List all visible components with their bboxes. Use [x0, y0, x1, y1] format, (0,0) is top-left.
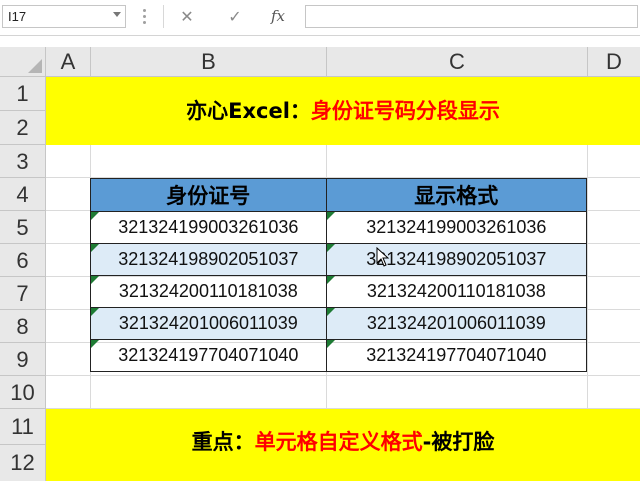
table-row: 321324197704071040 321324197704071040 [90, 339, 588, 372]
column-header-a[interactable]: A [46, 47, 91, 77]
title-banner[interactable]: 亦心Excel：身份证号码分段显示 [46, 77, 640, 145]
error-flag-icon [91, 308, 99, 316]
id-cell[interactable]: 321324198902051037 [90, 243, 327, 276]
error-flag-icon [326, 244, 335, 252]
footer-highlight: 单元格自定义格式 [254, 430, 423, 454]
footer-prefix: 重点： [191, 430, 255, 454]
id-cell[interactable]: 321324201006011039 [90, 307, 327, 340]
row-header-6[interactable]: 6 [0, 244, 46, 277]
header-id-number[interactable]: 身份证号 [90, 178, 327, 212]
select-all-icon [28, 59, 42, 73]
drag-handle-icon[interactable] [143, 9, 146, 25]
row-header-1[interactable]: 1 [0, 77, 46, 111]
row-header-12[interactable]: 12 [0, 445, 46, 481]
column-header-b[interactable]: B [91, 47, 327, 77]
table-row: 321324200110181038 321324200110181038 [90, 275, 588, 308]
table-row: 321324201006011039 321324201006011039 [90, 307, 588, 340]
id-cell[interactable]: 321324199003261036 [90, 211, 327, 244]
mouse-cursor-icon [376, 247, 390, 267]
error-flag-icon [91, 340, 99, 348]
row-header-11[interactable]: 11 [0, 409, 46, 445]
formula-input[interactable] [305, 5, 638, 28]
error-flag-icon [326, 276, 335, 284]
error-flag-icon [91, 244, 99, 252]
format-cell[interactable]: 321324199003261036 [325, 211, 588, 244]
row-header-2[interactable]: 2 [0, 111, 46, 145]
id-table: 身份证号 显示格式 321324199003261036 32132419900… [90, 178, 588, 372]
name-box-value: I17 [8, 9, 27, 24]
footer-suffix: -被打脸 [422, 430, 495, 454]
column-header-d[interactable]: D [588, 47, 640, 77]
error-flag-icon [326, 340, 335, 348]
table-row: 321324199003261036 321324199003261036 [90, 211, 588, 244]
error-flag-icon [91, 276, 99, 284]
row-header-8[interactable]: 8 [0, 310, 46, 343]
chevron-down-icon[interactable] [113, 12, 121, 17]
id-cell[interactable]: 321324200110181038 [90, 275, 327, 308]
column-header-c[interactable]: C [327, 47, 588, 77]
footer-banner[interactable]: 重点：单元格自定义格式-被打脸 [46, 409, 640, 481]
format-cell[interactable]: 321324197704071040 [325, 339, 588, 372]
row-header-5[interactable]: 5 [0, 211, 46, 244]
table-row: 321324198902051037 321324198902051037 [90, 243, 588, 276]
error-flag-icon [326, 212, 335, 220]
error-flag-icon [326, 308, 335, 316]
function-icon[interactable]: fx [263, 5, 293, 28]
row-header-9[interactable]: 9 [0, 343, 46, 376]
header-display-format[interactable]: 显示格式 [325, 178, 588, 212]
row-header-10[interactable]: 10 [0, 376, 46, 409]
divider [163, 5, 164, 28]
row-header-4[interactable]: 4 [0, 178, 46, 211]
error-flag-icon [91, 212, 99, 220]
id-cell[interactable]: 321324197704071040 [90, 339, 327, 372]
row-header-3[interactable]: 3 [0, 145, 46, 178]
cancel-icon[interactable]: ✕ [172, 5, 202, 28]
title-highlight: 身份证号码分段显示 [310, 99, 500, 123]
format-cell[interactable]: 321324198902051037 [325, 243, 588, 276]
name-box[interactable]: I17 [2, 5, 126, 28]
title-prefix: 亦心Excel： [186, 99, 311, 123]
check-icon[interactable]: ✓ [220, 5, 250, 28]
select-all-button[interactable] [0, 47, 46, 77]
format-cell[interactable]: 321324200110181038 [325, 275, 588, 308]
formula-bar: I17 ✕ ✓ fx [0, 0, 640, 36]
row-header-7[interactable]: 7 [0, 277, 46, 310]
format-cell[interactable]: 321324201006011039 [325, 307, 588, 340]
